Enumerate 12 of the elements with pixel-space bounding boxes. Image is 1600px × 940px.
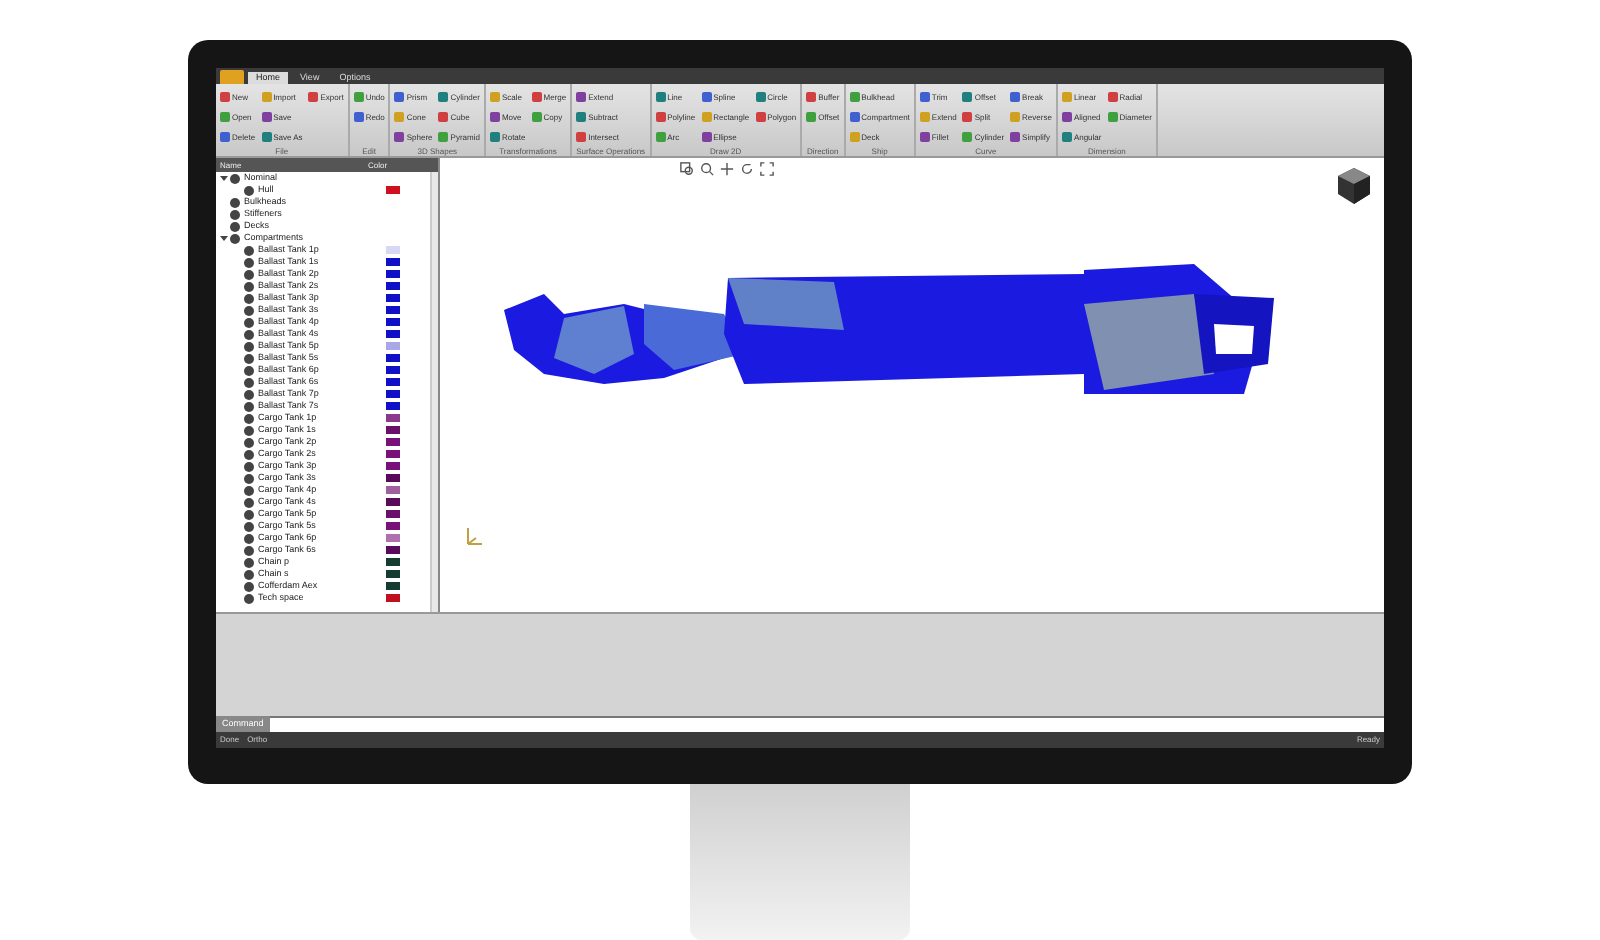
zoom-window-icon[interactable] bbox=[680, 162, 694, 176]
command-field[interactable] bbox=[269, 717, 1384, 731]
rotate-icon[interactable] bbox=[740, 162, 754, 176]
tool-icon bbox=[308, 92, 319, 102]
view-cube-icon[interactable] bbox=[1336, 166, 1372, 206]
node-icon bbox=[244, 185, 254, 195]
zoom-icon[interactable] bbox=[700, 162, 714, 176]
pan-icon[interactable] bbox=[720, 162, 734, 176]
collapse-icon[interactable] bbox=[220, 234, 228, 242]
fit-icon[interactable] bbox=[760, 162, 774, 176]
axis-icon bbox=[464, 524, 484, 548]
scrollbar[interactable] bbox=[430, 172, 438, 612]
